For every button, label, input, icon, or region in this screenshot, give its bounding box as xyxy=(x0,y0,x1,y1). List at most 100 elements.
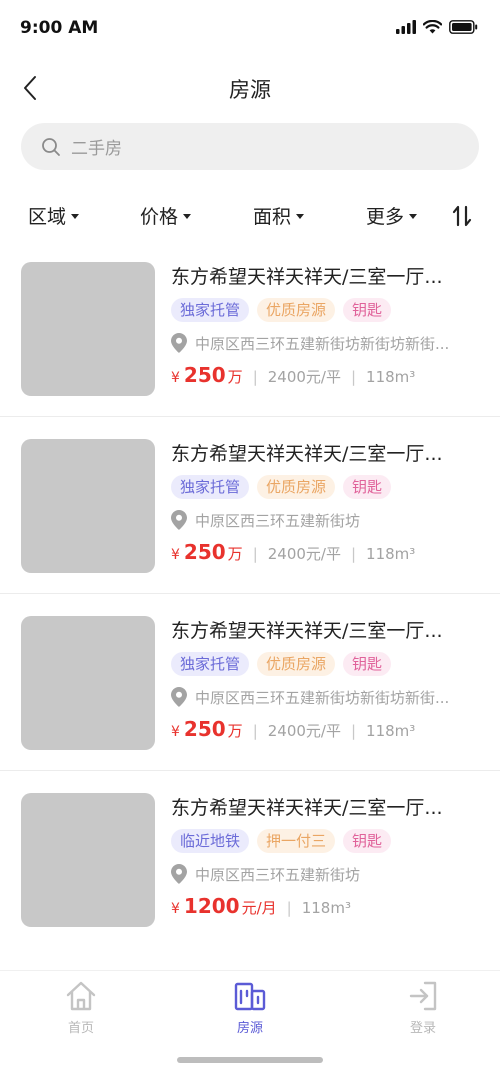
price-value: 1200 xyxy=(183,894,240,918)
unit-price: 2400元/平 xyxy=(267,368,341,386)
price-unit: 万 xyxy=(227,722,243,740)
divider: | xyxy=(252,545,258,563)
listing-title: 东方希望天祥天祥天/三室一厅... xyxy=(171,266,443,288)
address-text: 中原区西三环五建新街坊新街坊新街... xyxy=(195,688,450,707)
listing-list: 东方希望天祥天祥天/三室一厅... 独家托管 优质房源 钥匙 中原区西三环五建新… xyxy=(0,240,500,948)
caret-down-icon xyxy=(183,214,192,219)
listing-price: ¥250 万 xyxy=(171,717,243,741)
address-text: 中原区西三环五建新街坊新街坊新街... xyxy=(195,334,450,353)
battery-icon xyxy=(449,20,478,34)
tab-login[interactable]: 登录 xyxy=(373,979,473,1036)
tab-home[interactable]: 首页 xyxy=(31,979,131,1036)
listing-meta: ¥250 万 | 2400元/平 | 118m³ xyxy=(171,540,481,568)
divider: | xyxy=(286,899,292,917)
location-pin-icon xyxy=(171,687,187,707)
listing-thumbnail xyxy=(21,262,155,396)
tab-label: 首页 xyxy=(67,1021,94,1036)
divider: | xyxy=(350,722,357,740)
page-title: 房源 xyxy=(229,78,271,102)
search-icon xyxy=(42,137,60,156)
signal-icon xyxy=(396,20,416,34)
price-unit: 万 xyxy=(227,368,243,386)
filter-bar: 区域 价格 面积 更多 xyxy=(0,196,500,238)
nav-bar: 房源 xyxy=(0,62,500,114)
status-time: 9:00 AM xyxy=(20,18,99,38)
listing-tags: 独家托管 优质房源 钥匙 xyxy=(171,652,481,676)
tag-badge: 押一付三 xyxy=(257,829,336,853)
price-value: 250 xyxy=(183,540,226,564)
listing-thumbnail xyxy=(21,439,155,573)
location-pin-icon xyxy=(171,510,187,530)
listing-title: 东方希望天祥天祥天/三室一厅... xyxy=(171,797,443,819)
tag-badge: 独家托管 xyxy=(171,475,250,499)
divider: | xyxy=(350,545,357,563)
search-placeholder: 二手房 xyxy=(71,139,122,159)
listing-meta: ¥1200 元/月 | 118m³ xyxy=(171,894,481,922)
tab-listings[interactable]: 房源 xyxy=(200,979,300,1036)
tab-bar: 首页 房源 登录 xyxy=(0,970,500,1083)
filter-area-region[interactable]: 区域 xyxy=(28,202,80,229)
filter-label: 面积 xyxy=(253,206,292,228)
listing-address: 中原区西三环五建新街坊 xyxy=(171,508,481,532)
tag-badge: 独家托管 xyxy=(171,652,250,676)
tag-badge: 钥匙 xyxy=(343,829,392,853)
building-icon xyxy=(234,982,266,1011)
listing-meta: ¥250 万 | 2400元/平 | 118m³ xyxy=(171,363,481,391)
divider: | xyxy=(252,722,258,740)
listing-tags: 临近地铁 押一付三 钥匙 xyxy=(171,829,481,853)
listing-address: 中原区西三环五建新街坊新街坊新街... xyxy=(171,685,481,709)
price-unit: 万 xyxy=(227,545,243,563)
price-symbol: ¥ xyxy=(171,901,180,917)
search-input[interactable]: 二手房 xyxy=(21,123,479,170)
sort-icon[interactable] xyxy=(451,204,473,228)
status-bar: 9:00 AM xyxy=(0,0,500,56)
location-pin-icon xyxy=(171,333,187,353)
filter-size[interactable]: 面积 xyxy=(253,202,305,229)
tag-badge: 独家托管 xyxy=(171,298,250,322)
divider: | xyxy=(252,368,258,386)
tag-badge: 钥匙 xyxy=(343,652,392,676)
listing-tags: 独家托管 优质房源 钥匙 xyxy=(171,475,481,499)
price-symbol: ¥ xyxy=(171,547,180,563)
status-icons xyxy=(396,20,478,34)
address-text: 中原区西三环五建新街坊 xyxy=(195,511,361,530)
tab-label: 房源 xyxy=(236,1021,263,1036)
filter-label: 价格 xyxy=(140,206,179,228)
home-indicator xyxy=(177,1057,323,1063)
tag-badge: 优质房源 xyxy=(257,652,336,676)
listing-card[interactable]: 东方希望天祥天祥天/三室一厅... 独家托管 优质房源 钥匙 中原区西三环五建新… xyxy=(0,594,500,771)
listing-thumbnail xyxy=(21,793,155,927)
filter-price[interactable]: 价格 xyxy=(140,202,192,229)
listing-title: 东方希望天祥天祥天/三室一厅... xyxy=(171,443,443,465)
listing-price: ¥250 万 xyxy=(171,363,243,387)
price-value: 250 xyxy=(183,717,226,741)
listing-meta: ¥250 万 | 2400元/平 | 118m³ xyxy=(171,717,481,745)
filter-label: 区域 xyxy=(28,206,67,228)
listing-area: 118m³ xyxy=(366,545,416,563)
listing-area: 118m³ xyxy=(366,722,416,740)
tag-badge: 优质房源 xyxy=(257,475,336,499)
divider: | xyxy=(350,368,357,386)
address-text: 中原区西三环五建新街坊 xyxy=(195,865,361,884)
home-icon xyxy=(66,981,96,1011)
listing-area: 118m³ xyxy=(301,899,351,917)
listing-title: 东方希望天祥天祥天/三室一厅... xyxy=(171,620,443,642)
caret-down-icon xyxy=(71,214,80,219)
filter-label: 更多 xyxy=(366,206,405,228)
listing-card[interactable]: 东方希望天祥天祥天/三室一厅... 临近地铁 押一付三 钥匙 中原区西三环五建新… xyxy=(0,771,500,948)
tag-badge: 钥匙 xyxy=(343,475,392,499)
caret-down-icon xyxy=(296,214,305,219)
price-symbol: ¥ xyxy=(171,370,180,386)
price-symbol: ¥ xyxy=(171,724,180,740)
listing-card[interactable]: 东方希望天祥天祥天/三室一厅... 独家托管 优质房源 钥匙 中原区西三环五建新… xyxy=(0,240,500,417)
listing-tags: 独家托管 优质房源 钥匙 xyxy=(171,298,481,322)
listing-address: 中原区西三环五建新街坊 xyxy=(171,862,481,886)
listing-thumbnail xyxy=(21,616,155,750)
filter-more[interactable]: 更多 xyxy=(366,202,418,229)
price-unit: 元/月 xyxy=(241,899,277,917)
unit-price: 2400元/平 xyxy=(267,722,341,740)
tab-label: 登录 xyxy=(409,1021,436,1036)
tag-badge: 钥匙 xyxy=(343,298,392,322)
listing-card[interactable]: 东方希望天祥天祥天/三室一厅... 独家托管 优质房源 钥匙 中原区西三环五建新… xyxy=(0,417,500,594)
listing-price: ¥1200 元/月 xyxy=(171,894,277,918)
